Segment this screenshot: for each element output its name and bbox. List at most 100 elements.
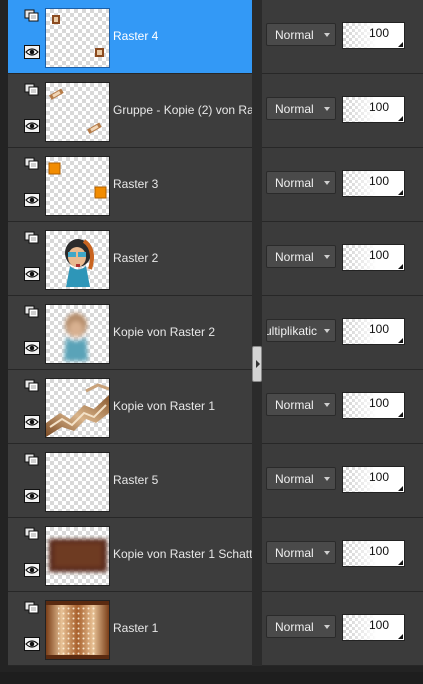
eye-icon[interactable] [24,119,40,133]
layer-row-main[interactable]: Raster 4 [8,0,252,74]
layer-icons [21,9,43,67]
layer-link-icon[interactable] [24,453,40,467]
opacity-value: 100 [368,544,389,558]
layer-row-main[interactable]: Kopie von Raster 1 [8,370,252,444]
layer-row-main[interactable]: Raster 1 [8,592,252,666]
panel-divider [252,0,262,74]
eye-icon[interactable] [24,489,40,503]
panel-divider [252,592,262,666]
collapse-right-icon [256,360,260,368]
opacity-slider-field[interactable]: 100 [342,170,405,197]
layer-link-icon[interactable] [24,379,40,393]
layer-link-icon[interactable] [24,601,40,615]
layer-icons [21,157,43,215]
layer-row[interactable]: Raster 5 Normal 100 [0,444,423,518]
layer-thumbnail [45,304,110,364]
layer-row[interactable]: Kopie von Raster 2 lultiplikatic 100 [0,296,423,370]
dropdown-box [319,394,335,415]
blend-mode-dropdown[interactable]: Normal [266,541,336,564]
opacity-slider-field[interactable]: 100 [342,318,405,345]
layer-row-main[interactable]: Raster 2 [8,222,252,296]
layer-name: Raster 2 [113,251,159,265]
opacity-corner-icon [398,190,403,195]
layer-properties: Normal 100 [262,518,423,592]
dropdown-box [319,468,335,489]
layer-properties: Normal 100 [262,148,423,222]
blend-mode-value: Normal [275,472,314,486]
layer-name: Raster 3 [113,177,159,191]
opacity-slider-field[interactable]: 100 [342,22,405,49]
opacity-slider-field[interactable]: 100 [342,244,405,271]
opacity-value: 100 [368,248,389,262]
opacity-corner-icon [398,264,403,269]
eye-icon[interactable] [24,193,40,207]
layer-thumbnail [45,230,110,290]
layer-row-main[interactable]: Raster 3 [8,148,252,222]
chevron-down-icon [324,107,330,111]
layer-row[interactable]: Raster 3 Normal 100 [0,148,423,222]
blend-mode-value: Normal [275,28,314,42]
opacity-slider-field[interactable]: 100 [342,540,405,567]
layer-link-icon[interactable] [24,305,40,319]
blend-mode-dropdown[interactable]: Normal [266,171,336,194]
opacity-value: 100 [368,26,389,40]
layer-row-main[interactable]: Kopie von Raster 1 Schatte [8,518,252,592]
eye-icon[interactable] [24,415,40,429]
layer-link-icon[interactable] [24,231,40,245]
layer-link-icon[interactable] [24,9,40,23]
layer-link-icon[interactable] [24,157,40,171]
opacity-value: 100 [368,618,389,632]
dropdown-box [319,172,335,193]
eye-icon[interactable] [24,563,40,577]
blend-mode-dropdown[interactable]: Normal [266,23,336,46]
eye-icon[interactable] [24,45,40,59]
chevron-down-icon [324,477,330,481]
blend-mode-dropdown[interactable]: Normal [266,97,336,120]
opacity-slider-field[interactable]: 100 [342,96,405,123]
layer-properties: Normal 100 [262,0,423,74]
layer-row-main[interactable]: Kopie von Raster 2 [8,296,252,370]
chevron-down-icon [324,625,330,629]
dropdown-box [319,320,335,341]
layer-row[interactable]: Gruppe - Kopie (2) von Ras Normal 100 [0,74,423,148]
blend-mode-dropdown[interactable]: Normal [266,615,336,638]
blend-mode-dropdown[interactable]: Normal [266,245,336,268]
layer-row[interactable]: Raster 1 Normal 100 [0,592,423,666]
blend-mode-dropdown[interactable]: lultiplikatic [266,319,336,342]
layer-properties: Normal 100 [262,74,423,148]
blend-mode-dropdown[interactable]: Normal [266,393,336,416]
panel-collapse-handle[interactable] [252,346,262,382]
layer-name: Kopie von Raster 1 [113,399,216,413]
chevron-down-icon [324,403,330,407]
layer-row-main[interactable]: Raster 5 [8,444,252,518]
layer-properties: Normal 100 [262,370,423,444]
panel-divider [252,518,262,592]
layer-row[interactable]: Kopie von Raster 1 Normal 100 [0,370,423,444]
chevron-down-icon [324,255,330,259]
layer-icons [21,453,43,511]
layer-thumbnail [45,156,110,216]
layer-link-icon[interactable] [24,527,40,541]
eye-icon[interactable] [24,267,40,281]
opacity-corner-icon [398,560,403,565]
panel-bottom-edge [0,672,423,684]
layer-row-main[interactable]: Gruppe - Kopie (2) von Ras [8,74,252,148]
layer-row[interactable]: Raster 4 Normal 100 [0,0,423,74]
eye-icon[interactable] [24,341,40,355]
blend-mode-value: Normal [275,176,314,190]
layer-thumbnail [45,526,110,586]
layer-link-icon[interactable] [24,83,40,97]
blend-mode-dropdown[interactable]: Normal [266,467,336,490]
layer-icons [21,305,43,363]
opacity-corner-icon [398,42,403,47]
layer-row[interactable]: Raster 2 Normal 100 [0,222,423,296]
opacity-slider-field[interactable]: 100 [342,614,405,641]
opacity-corner-icon [398,634,403,639]
opacity-slider-field[interactable]: 100 [342,466,405,493]
layer-name: Raster 1 [113,621,159,635]
opacity-slider-field[interactable]: 100 [342,392,405,419]
layer-thumbnail [45,378,110,438]
layer-row[interactable]: Kopie von Raster 1 Schatte Normal 100 [0,518,423,592]
eye-icon[interactable] [24,637,40,651]
opacity-corner-icon [398,338,403,343]
